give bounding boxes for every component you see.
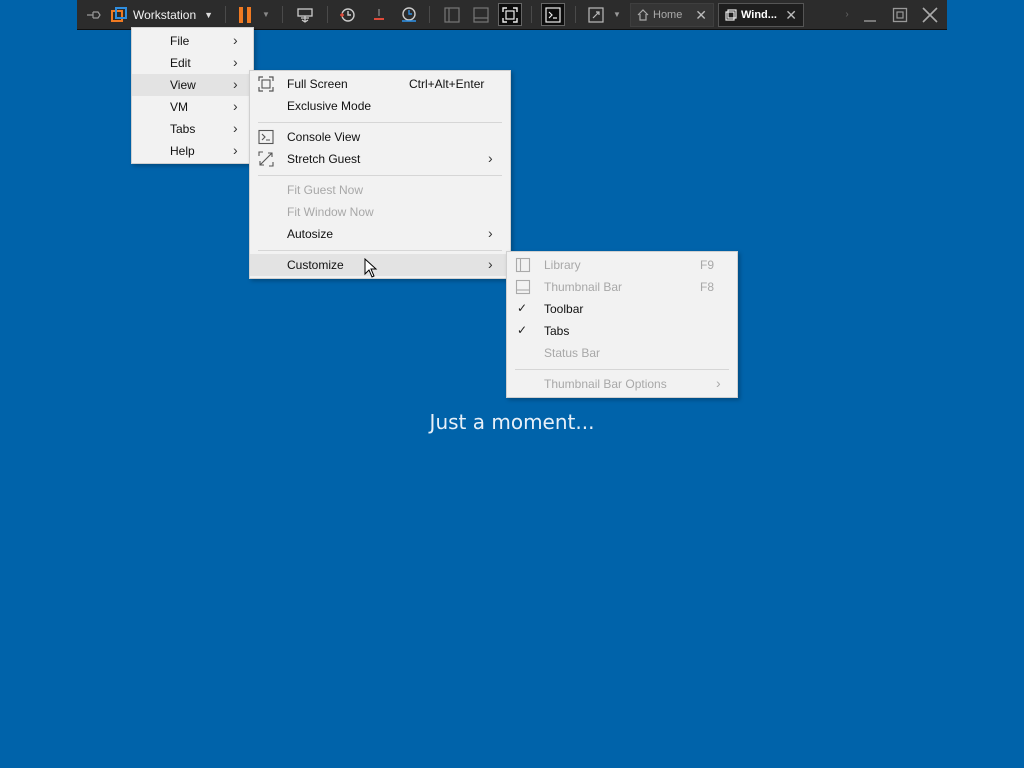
menu-item-exclusive-mode[interactable]: Exclusive Mode: [250, 95, 510, 117]
workstation-menu-button[interactable]: Workstation ▼: [133, 0, 217, 29]
tab-home-label: Home: [653, 9, 683, 21]
view-submenu: Full Screen Ctrl+Alt+Enter Exclusive Mod…: [249, 70, 511, 279]
menu-item-status-bar[interactable]: Status Bar: [507, 342, 737, 364]
menu-item-edit[interactable]: Edit ›: [132, 52, 253, 74]
menu-item-tabs[interactable]: ✓ Tabs: [507, 320, 737, 342]
tab-home[interactable]: Home ✕: [630, 3, 714, 27]
thumbnail-icon[interactable]: [470, 0, 492, 29]
checkmark-icon: ✓: [517, 323, 528, 337]
menu-item-label: Full Screen: [287, 77, 348, 91]
thumbnail-bar-icon: [515, 279, 531, 295]
tab-scroll-icon[interactable]: ›: [841, 0, 853, 29]
menu-item-stretch-guest[interactable]: Stretch Guest ›: [250, 148, 510, 170]
snapshot-manager-icon[interactable]: [397, 0, 421, 29]
menu-item-label: Fit Window Now: [287, 205, 374, 219]
workstation-icon[interactable]: [109, 0, 129, 29]
menu-item-label: Exclusive Mode: [287, 99, 372, 113]
menu-item-label: Autosize: [287, 227, 334, 241]
guest-status-text: Just a moment...: [429, 410, 595, 434]
menu-item-fit-guest-now[interactable]: Fit Guest Now: [250, 179, 510, 201]
revert-icon[interactable]: [367, 0, 391, 29]
vm-icon: [725, 9, 737, 21]
menu-item-toolbar[interactable]: ✓ Toolbar: [507, 298, 737, 320]
menu-item-console-view[interactable]: Console View: [250, 126, 510, 148]
restore-icon[interactable]: [887, 0, 913, 29]
menu-item-label: File: [170, 34, 190, 48]
pause-icon[interactable]: [233, 0, 257, 29]
workstation-menu: File › Edit › View › VM › Tabs › Help ›: [131, 27, 254, 164]
menu-item-view[interactable]: View ›: [132, 74, 253, 96]
minimize-icon[interactable]: [857, 0, 883, 29]
chevron-right-icon: ›: [716, 375, 721, 391]
close-icon[interactable]: [917, 0, 943, 29]
close-tab-icon[interactable]: ✕: [785, 7, 797, 24]
menu-item-label: Status Bar: [544, 346, 601, 360]
menu-item-label: Tabs: [170, 122, 196, 136]
snapshot-icon[interactable]: [335, 0, 359, 29]
menu-item-full-screen[interactable]: Full Screen Ctrl+Alt+Enter: [250, 73, 510, 95]
chevron-right-icon: ›: [233, 98, 238, 114]
chevron-right-icon: ›: [233, 76, 238, 92]
stretch-dropdown-icon[interactable]: ▼: [611, 0, 623, 29]
tab-windows-vm-label: Wind...: [741, 9, 777, 21]
mouse-cursor-icon: [364, 258, 378, 278]
menu-item-library[interactable]: Library F9: [507, 254, 737, 276]
customize-submenu: Library F9 Thumbnail Bar F8 ✓ Toolbar ✓ …: [506, 251, 738, 398]
chevron-right-icon: ›: [488, 225, 493, 241]
menu-item-thumbnail-bar[interactable]: Thumbnail Bar F8: [507, 276, 737, 298]
menu-item-file[interactable]: File ›: [132, 30, 253, 52]
menu-item-label: Thumbnail Bar: [544, 280, 623, 294]
tab-windows-vm[interactable]: Wind... ✕: [718, 3, 804, 27]
menu-item-label: Library: [544, 258, 581, 272]
shortcut-label: F8: [700, 280, 715, 294]
menu-item-tabs[interactable]: Tabs ›: [132, 118, 253, 140]
chevron-right-icon: ›: [233, 32, 238, 48]
chevron-right-icon: ›: [233, 54, 238, 70]
menu-item-autosize[interactable]: Autosize ›: [250, 223, 510, 245]
console-icon[interactable]: [541, 3, 565, 26]
menu-item-label: View: [170, 78, 196, 92]
send-keys-icon[interactable]: [293, 0, 317, 29]
menu-separator: [515, 369, 729, 370]
menu-separator: [258, 175, 502, 176]
menu-separator: [258, 122, 502, 123]
library-icon[interactable]: [441, 0, 463, 29]
menu-item-label: Customize: [287, 258, 344, 272]
dropdown-icon: ▼: [204, 9, 214, 20]
menu-item-fit-window-now[interactable]: Fit Window Now: [250, 201, 510, 223]
menu-separator: [258, 250, 502, 251]
shortcut-label: Ctrl+Alt+Enter: [409, 77, 485, 91]
menu-item-label: VM: [170, 100, 188, 114]
checkmark-icon: ✓: [517, 301, 528, 315]
library-icon: [515, 257, 531, 273]
menu-item-label: Help: [170, 144, 195, 158]
console-icon: [258, 129, 274, 145]
power-dropdown-icon[interactable]: ▼: [259, 0, 273, 29]
menu-item-help[interactable]: Help ›: [132, 140, 253, 162]
chevron-right-icon: ›: [233, 120, 238, 136]
pin-icon[interactable]: [83, 0, 105, 29]
shortcut-label: F9: [700, 258, 715, 272]
workstation-label: Workstation: [133, 7, 197, 22]
stretch-icon: [258, 151, 274, 167]
menu-item-label: Edit: [170, 56, 191, 70]
menu-item-customize[interactable]: Customize ›: [250, 254, 510, 276]
menu-item-label: Tabs: [544, 324, 570, 338]
menu-item-vm[interactable]: VM ›: [132, 96, 253, 118]
menu-item-label: Console View: [287, 130, 361, 144]
menu-item-label: Stretch Guest: [287, 152, 361, 166]
chevron-right-icon: ›: [488, 256, 493, 272]
fullscreen-icon[interactable]: [498, 3, 522, 26]
close-tab-icon[interactable]: ✕: [695, 7, 707, 24]
menu-item-thumbnail-bar-options[interactable]: Thumbnail Bar Options ›: [507, 373, 737, 395]
chevron-right-icon: ›: [488, 150, 493, 166]
fullscreen-icon: [258, 76, 274, 92]
menu-item-label: Toolbar: [544, 302, 584, 316]
vmware-toolbar: Workstation ▼ ▼ ▼ Home ✕ Wind... ✕ ›: [77, 0, 947, 30]
home-icon: [637, 9, 649, 21]
stretch-icon[interactable]: [585, 0, 607, 29]
chevron-right-icon: ›: [233, 142, 238, 158]
menu-item-label: Fit Guest Now: [287, 183, 364, 197]
menu-item-label: Thumbnail Bar Options: [544, 377, 667, 391]
